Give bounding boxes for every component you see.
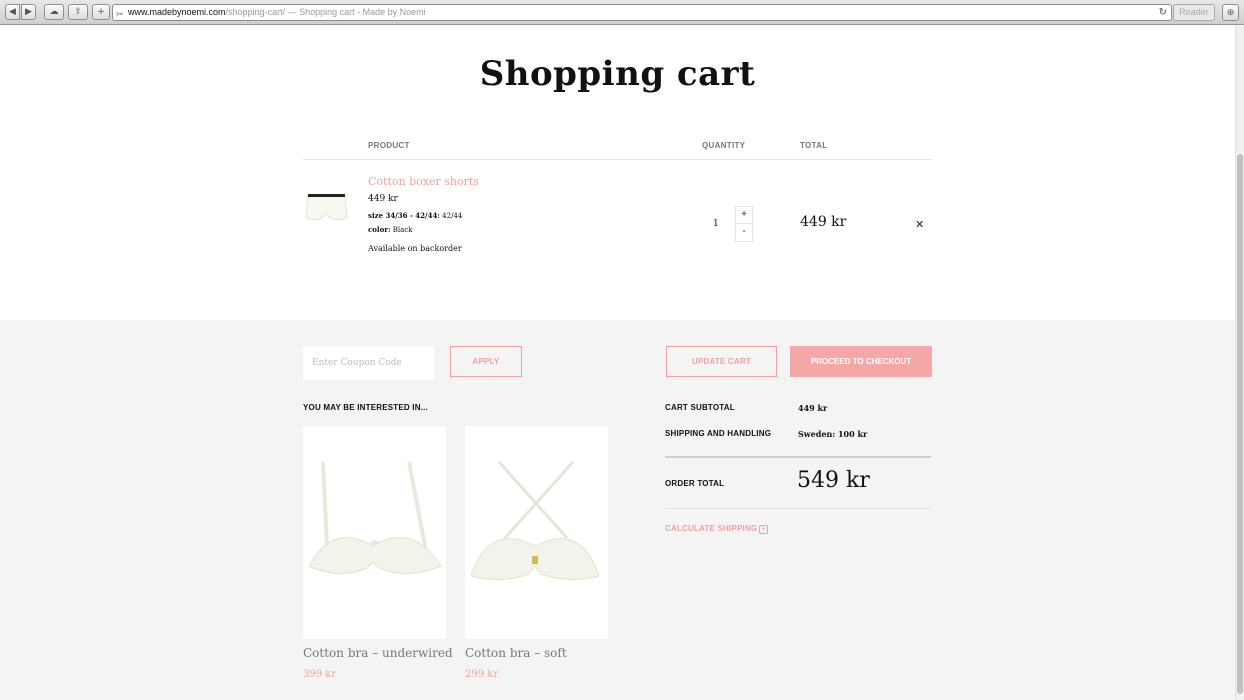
remove-item-icon[interactable]: ✕ [915, 218, 924, 231]
order-total-label: ORDER TOTAL [665, 479, 725, 488]
recommendation-name[interactable]: Cotton bra – underwired [303, 646, 453, 660]
favicon-icon: ✂ [116, 9, 124, 19]
forward-icon[interactable]: ▶ [21, 4, 36, 20]
decrement-button[interactable]: - [736, 224, 752, 241]
page-title: Shopping cart [479, 54, 756, 94]
apply-coupon-button[interactable]: APPLY [450, 346, 522, 377]
column-total: TOTAL [800, 141, 828, 150]
reload-icon[interactable]: ↻ [1159, 5, 1167, 20]
header-divider [303, 159, 932, 160]
increment-button[interactable]: + [736, 207, 752, 224]
product-name-link[interactable]: Cotton boxer shorts [368, 175, 479, 188]
product-thumbnail[interactable] [304, 191, 349, 227]
cart-section: Shopping cart PRODUCT QUANTITY TOTAL Cot… [0, 26, 1235, 320]
product-price: 449 kr [368, 194, 398, 204]
product-image [308, 461, 442, 575]
share-icon[interactable]: ⇪ [68, 4, 88, 20]
url-page-title: — Shopping cart - Made by Noemi [285, 7, 426, 17]
subtotal-value: 449 kr [798, 403, 828, 413]
totals-divider [665, 456, 931, 458]
shipping-label: SHIPPING AND HANDLING [665, 429, 772, 438]
totals-divider-bottom [665, 508, 931, 509]
column-product: PRODUCT [368, 141, 410, 150]
product-size: size 34/36 - 42/44: 42/44 [368, 211, 463, 220]
recommendation-price: 399 kr [303, 669, 337, 680]
line-total: 449 kr [800, 214, 847, 230]
expand-icon[interactable]: + [759, 525, 768, 534]
product-color: color: Black [368, 225, 413, 234]
recommendation-card[interactable] [465, 426, 608, 639]
quantity-input[interactable]: 1 [713, 219, 719, 229]
subtotal-label: CART SUBTOTAL [665, 403, 735, 412]
downloads-icon[interactable]: ⊕ [1222, 4, 1239, 21]
recommendation-price: 299 kr [465, 669, 499, 680]
shipping-value: Sweden: 100 kr [798, 429, 868, 439]
url-domain: www.madebynoemi.com [128, 7, 226, 17]
checkout-button[interactable]: PROCEED TO CHECKOUT [790, 346, 932, 377]
update-cart-button[interactable]: UPDATE CART [666, 346, 777, 377]
reader-button[interactable]: Reader [1173, 4, 1215, 21]
address-bar[interactable]: ✂ www.madebynoemi.com/shopping-cart/ — S… [112, 4, 1172, 21]
scrollbar[interactable] [1235, 26, 1244, 700]
column-quantity: QUANTITY [702, 141, 746, 150]
quantity-stepper: + - [735, 206, 753, 242]
back-icon[interactable]: ◀ [5, 4, 20, 20]
product-image [470, 460, 600, 580]
order-total-value: 549 kr [797, 468, 870, 493]
recommendations-heading: YOU MAY BE INTERESTED IN... [303, 403, 428, 412]
availability-status: Available on backorder [368, 244, 462, 253]
new-tab-icon[interactable]: + [92, 4, 110, 20]
recommendation-card[interactable] [303, 426, 446, 639]
cloud-icon[interactable]: ☁ [44, 4, 64, 20]
recommendation-name[interactable]: Cotton bra – soft [465, 646, 567, 660]
scrollbar-thumb[interactable] [1237, 154, 1243, 694]
coupon-input[interactable]: Enter Coupon Code [303, 346, 434, 380]
calculate-shipping-link[interactable]: CALCULATE SHIPPING [665, 524, 757, 533]
url-path: /shopping-cart/ [225, 7, 286, 17]
browser-toolbar: ◀ ▶ ☁ ⇪ + ✂ www.madebynoemi.com/shopping… [0, 0, 1244, 25]
